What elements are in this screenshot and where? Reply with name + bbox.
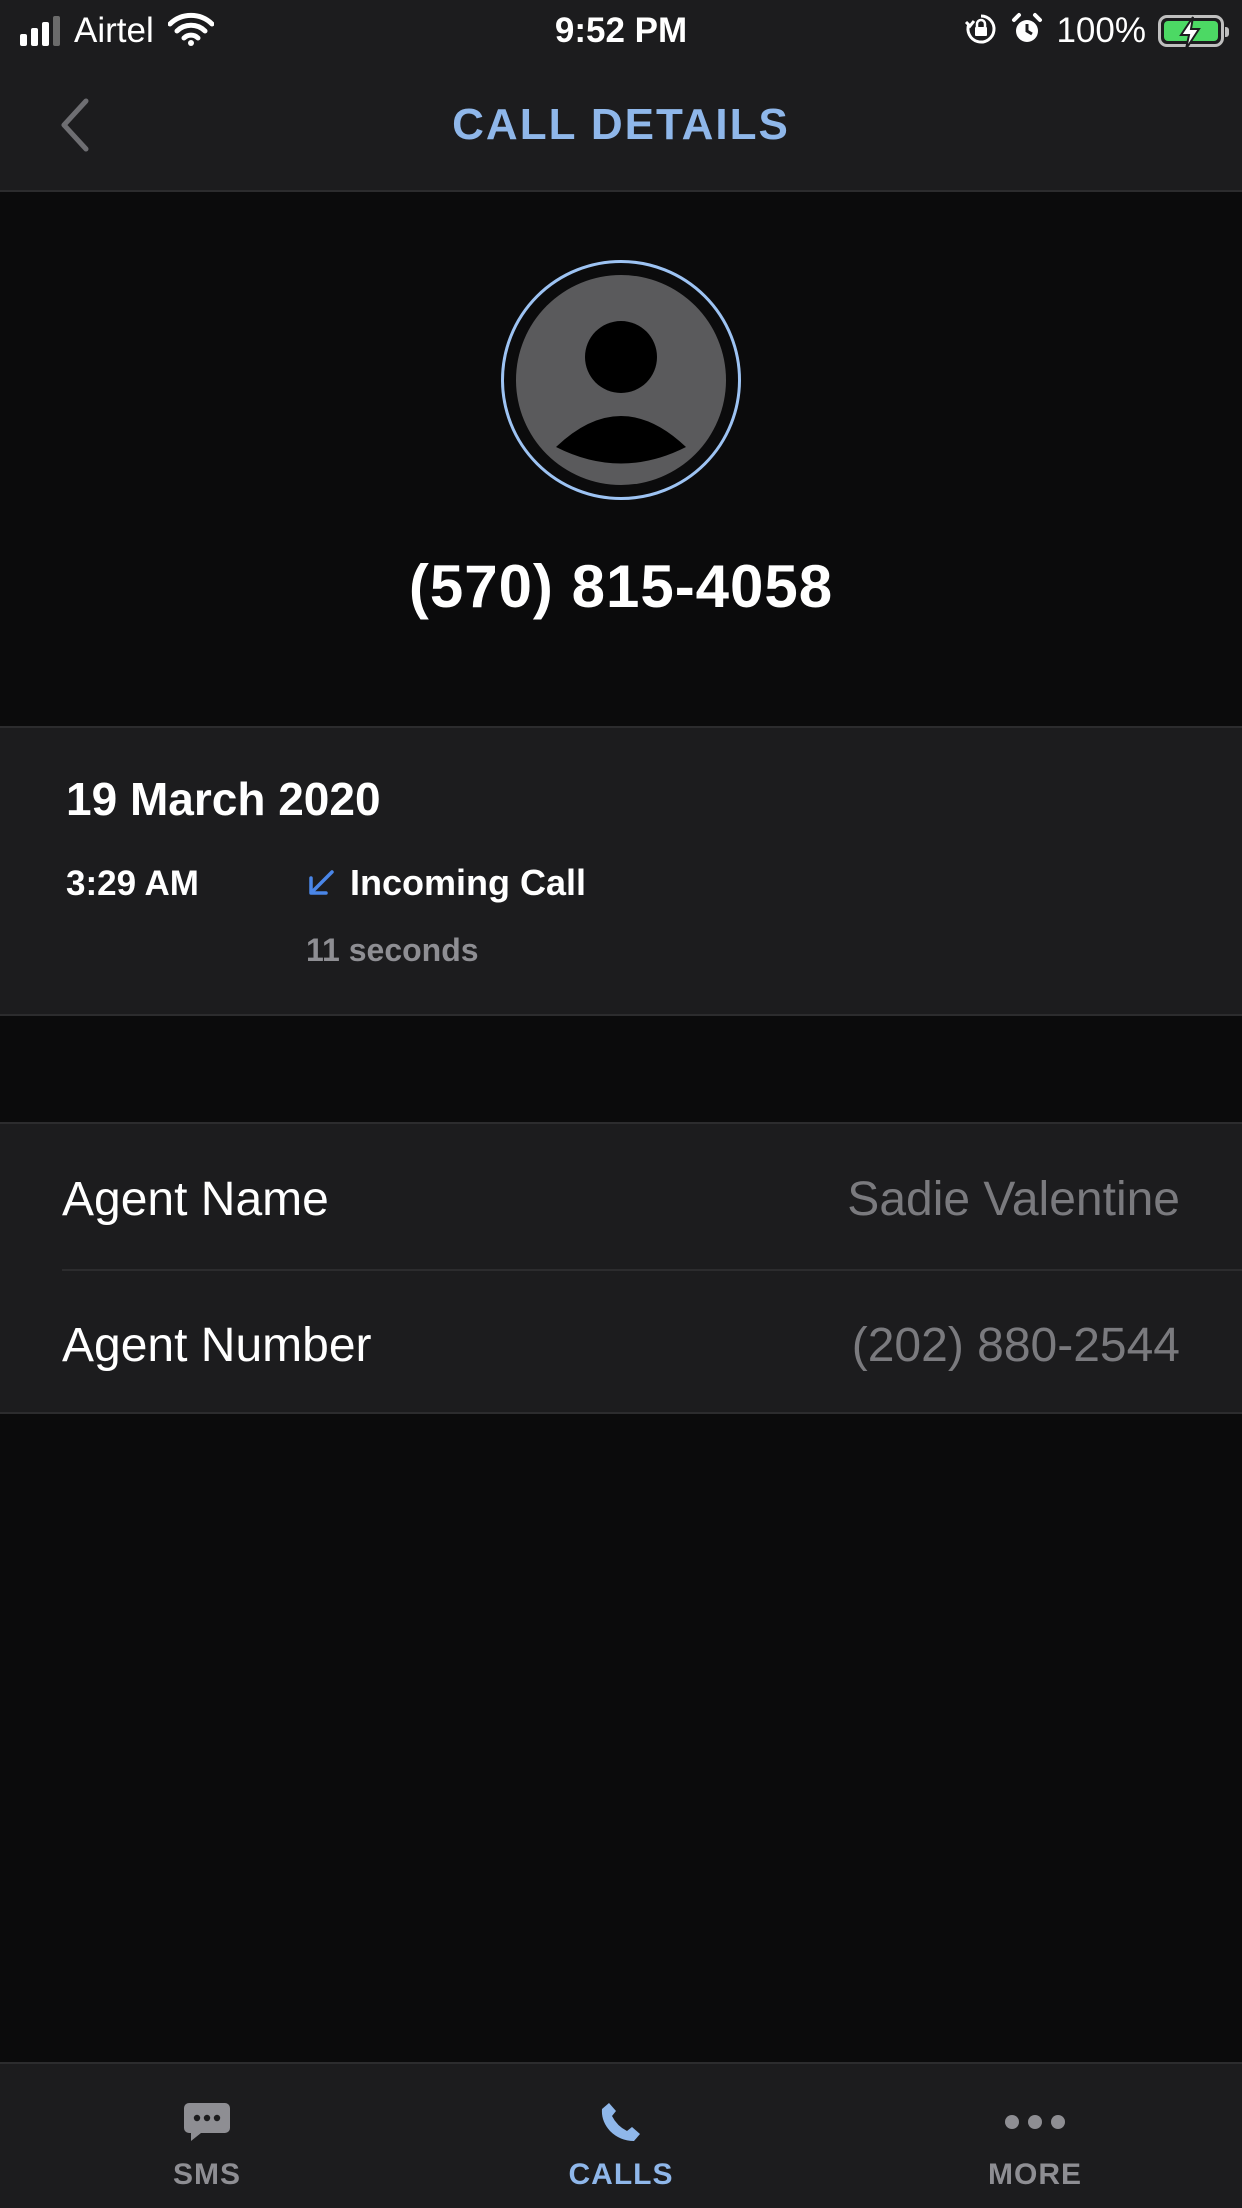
- status-bar: Airtel 9:52 PM 100%: [0, 0, 1242, 62]
- message-bubble-icon: [183, 2098, 231, 2146]
- agent-name-label: Agent Name: [62, 1173, 329, 1226]
- battery-percent: 100%: [1056, 11, 1146, 50]
- tab-calls-label: CALLS: [568, 2158, 674, 2191]
- orientation-lock-icon: [964, 12, 998, 51]
- call-duration: 11 seconds: [306, 932, 479, 968]
- agent-number-value[interactable]: (202) 880-2544: [852, 1318, 1180, 1373]
- call-date: 19 March 2020: [66, 773, 381, 825]
- call-type-label: Incoming Call: [350, 862, 587, 903]
- agent-name-value: Sadie Valentine: [847, 1173, 1180, 1226]
- battery-charging-icon: [1158, 15, 1229, 50]
- alarm-icon: [1010, 12, 1044, 51]
- person-icon: [556, 321, 686, 464]
- ellipsis-icon: [1002, 2098, 1068, 2146]
- incoming-arrow-icon: [309, 870, 334, 895]
- call-time: 3:29 AM: [66, 864, 199, 903]
- phone-icon: [600, 2098, 642, 2146]
- agent-number-row: Agent Number (202) 880-2544: [0, 1270, 1242, 1416]
- status-right: 100%: [964, 8, 1229, 54]
- tab-bar: SMS CALLS MORE: [0, 2062, 1242, 2208]
- agent-section: Agent Name Sadie Valentine Agent Number …: [0, 1122, 1242, 1414]
- contact-header: (570) 815-4058: [0, 192, 1242, 726]
- tab-more[interactable]: MORE: [828, 2064, 1242, 2208]
- agent-number-label: Agent Number: [62, 1319, 372, 1372]
- tab-calls[interactable]: CALLS: [414, 2064, 828, 2208]
- contact-number[interactable]: (570) 815-4058: [0, 552, 1242, 621]
- agent-name-row: Agent Name Sadie Valentine: [0, 1124, 1242, 1271]
- avatar: [501, 260, 741, 500]
- tab-sms[interactable]: SMS: [0, 2064, 414, 2208]
- tab-more-label: MORE: [988, 2158, 1082, 2191]
- call-type: Incoming Call: [306, 862, 586, 904]
- navigation-bar: CALL DETAILS: [0, 62, 1242, 192]
- tab-sms-label: SMS: [172, 2158, 241, 2191]
- call-info-card: 19 March 2020 3:29 AM Incoming Call 11 s…: [0, 726, 1242, 1016]
- page-title: CALL DETAILS: [452, 100, 790, 149]
